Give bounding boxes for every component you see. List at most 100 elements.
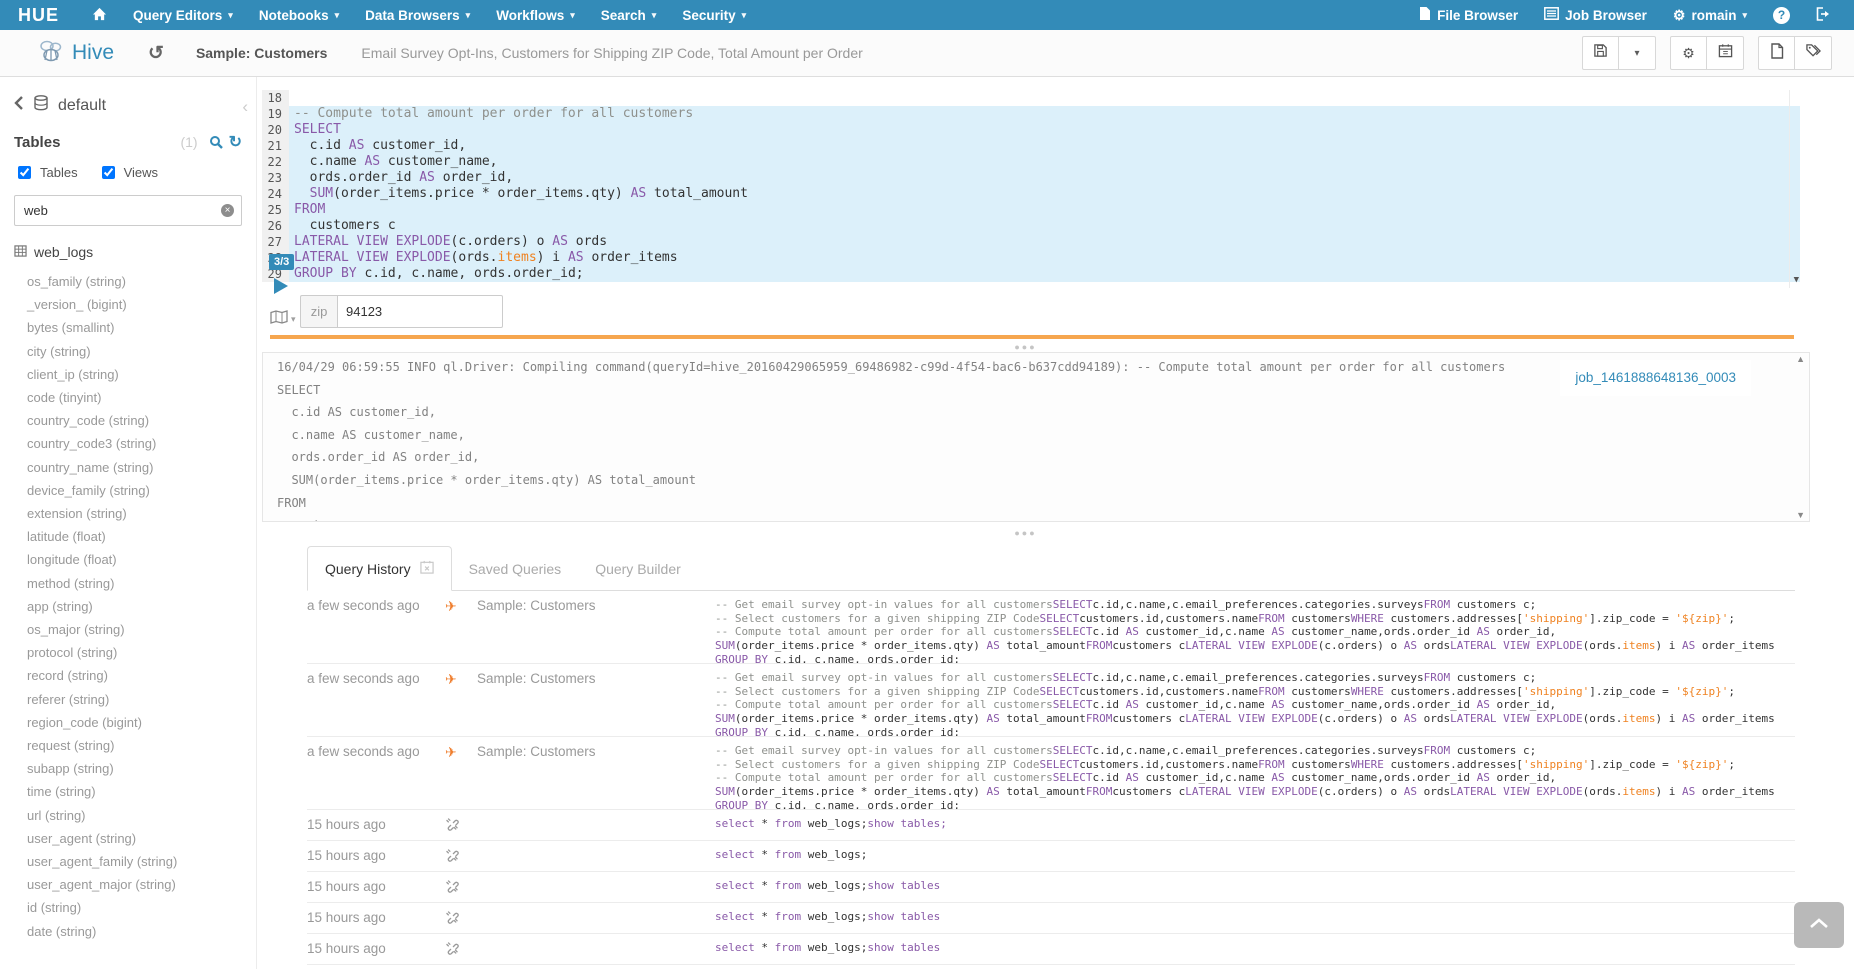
column-item[interactable]: bytes (smallint) [27, 316, 242, 339]
variable-value-input[interactable] [337, 295, 503, 328]
column-item[interactable]: time (string) [27, 780, 242, 803]
home-button[interactable] [79, 0, 120, 30]
column-item[interactable]: record (string) [27, 664, 242, 687]
refresh-icon[interactable]: ↻ [229, 132, 242, 152]
menu-data-browsers[interactable]: Data Browsers▾ [352, 0, 483, 30]
collapse-sidebar-icon[interactable]: ‹ [242, 97, 248, 117]
code-text: c.name AS customer_name, [289, 154, 1800, 170]
history-row[interactable]: 15 hours agoselect * from web_logs;show … [307, 810, 1795, 841]
column-item[interactable]: _version_ (bigint) [27, 293, 242, 316]
editor-line[interactable]: 19-- Compute total amount per order for … [262, 106, 1800, 122]
main-menus: Query Editors▾Notebooks▾Data Browsers▾Wo… [120, 0, 759, 30]
column-item[interactable]: city (string) [27, 340, 242, 363]
user-menu[interactable]: ⚙ romain ▾ [1660, 0, 1760, 30]
column-item[interactable]: url (string) [27, 804, 242, 827]
column-item[interactable]: latitude (float) [27, 525, 242, 548]
sql-line: select * from web_logs; [715, 848, 1795, 862]
column-item[interactable]: id (string) [27, 896, 242, 919]
table-item-web-logs[interactable]: web_logs [14, 244, 242, 260]
editor-line[interactable]: 22 c.name AS customer_name, [262, 154, 1800, 170]
column-item[interactable]: referer (string) [27, 688, 242, 711]
settings-button[interactable]: ⚙ [1670, 36, 1707, 70]
menu-workflows[interactable]: Workflows▾ [483, 0, 588, 30]
history-row[interactable]: a few seconds ago✈Sample: Customers-- Ge… [307, 737, 1795, 810]
menu-search[interactable]: Search▾ [588, 0, 670, 30]
scroll-down-icon[interactable]: ▼ [1794, 272, 1799, 288]
filter-tables[interactable]: Tables [14, 163, 78, 182]
column-item[interactable]: client_ip (string) [27, 363, 242, 386]
job-browser-button[interactable]: Job Browser [1531, 0, 1660, 30]
filter-views[interactable]: Views [98, 163, 158, 182]
history-icon[interactable]: ↺ [148, 42, 164, 65]
search-icon[interactable] [209, 135, 223, 149]
query-title[interactable]: Sample: Customers [196, 45, 327, 61]
editor-line[interactable]: 20SELECT [262, 122, 1800, 138]
column-item[interactable]: user_agent_family (string) [27, 850, 242, 873]
execute-button[interactable] [274, 278, 288, 294]
column-item[interactable]: country_code3 (string) [27, 432, 242, 455]
column-item[interactable]: user_agent_major (string) [27, 873, 242, 896]
tab-query-history[interactable]: Query History [307, 546, 452, 591]
drag-handle-dots[interactable]: ●●● [257, 342, 1794, 352]
editor-line[interactable]: 29GROUP BY c.id, c.name, ords.order_id; [262, 266, 1800, 282]
help-button[interactable]: ? [1760, 0, 1803, 30]
column-item[interactable]: device_family (string) [27, 479, 242, 502]
editor-line[interactable]: 18 [262, 90, 1800, 106]
history-row[interactable]: a few seconds ago✈Sample: Customers-- Ge… [307, 664, 1795, 737]
editor-scrollbar[interactable] [1789, 90, 1800, 288]
app-switcher[interactable]: Hive [38, 39, 114, 68]
new-query-button[interactable] [1758, 36, 1795, 70]
checkbox[interactable] [18, 166, 31, 179]
column-item[interactable]: region_code (bigint) [27, 711, 242, 734]
menu-security[interactable]: Security▾ [669, 0, 759, 30]
editor-line[interactable]: 26 customers c [262, 218, 1800, 234]
menu-query-editors[interactable]: Query Editors▾ [120, 0, 246, 30]
column-item[interactable]: app (string) [27, 595, 242, 618]
job-link[interactable]: job_1461888648136_0003 [1575, 370, 1736, 385]
editor-line[interactable]: 21 c.id AS customer_id, [262, 138, 1800, 154]
schedule-button[interactable] [1707, 36, 1744, 70]
checkbox[interactable] [102, 166, 115, 179]
file-browser-button[interactable]: File Browser [1406, 0, 1531, 30]
clear-icon[interactable]: × [221, 204, 234, 217]
column-item[interactable]: country_code (string) [27, 409, 242, 432]
scroll-to-top-button[interactable] [1794, 902, 1844, 948]
menu-notebooks[interactable]: Notebooks▾ [246, 0, 352, 30]
table-search-input[interactable] [14, 195, 242, 226]
tags-button[interactable] [1795, 36, 1832, 70]
history-row[interactable]: 15 hours agoselect * from web_logs; [307, 841, 1795, 872]
save-button[interactable] [1582, 36, 1619, 70]
editor-line[interactable]: 23 ords.order_id AS order_id, [262, 170, 1800, 186]
editor-line[interactable]: 25FROM [262, 202, 1800, 218]
column-item[interactable]: user_agent (string) [27, 827, 242, 850]
history-row[interactable]: 15 hours agoselect * from web_logs;show … [307, 934, 1795, 965]
hue-logo[interactable]: HUE [18, 5, 59, 26]
column-item[interactable]: os_major (string) [27, 618, 242, 641]
column-item[interactable]: longitude (float) [27, 548, 242, 571]
scroll-up-icon[interactable]: ▲ [1796, 354, 1805, 364]
database-selector[interactable]: default [14, 95, 242, 116]
column-item[interactable]: request (string) [27, 734, 242, 757]
column-item[interactable]: os_family (string) [27, 270, 242, 293]
column-item[interactable]: date (string) [27, 920, 242, 943]
sql-editor[interactable]: 1819-- Compute total amount per order fo… [262, 90, 1800, 288]
functions-panel-button[interactable]: ▾ [270, 310, 296, 329]
column-item[interactable]: subapp (string) [27, 757, 242, 780]
editor-line[interactable]: 24 SUM(order_items.price * order_items.q… [262, 186, 1800, 202]
column-item[interactable]: method (string) [27, 572, 242, 595]
editor-line[interactable]: 28LATERAL VIEW EXPLODE(ords.items) i AS … [262, 250, 1800, 266]
editor-line[interactable]: 27LATERAL VIEW EXPLODE(c.orders) o AS or… [262, 234, 1800, 250]
save-options-button[interactable]: ▾ [1619, 36, 1656, 70]
column-item[interactable]: country_name (string) [27, 456, 242, 479]
scroll-down-icon[interactable]: ▼ [1796, 510, 1805, 520]
tab-saved-queries[interactable]: Saved Queries [452, 548, 579, 590]
column-item[interactable]: code (tinyint) [27, 386, 242, 409]
history-row[interactable]: a few seconds ago✈Sample: Customers-- Ge… [307, 591, 1795, 664]
column-item[interactable]: extension (string) [27, 502, 242, 525]
logout-button[interactable] [1803, 0, 1844, 30]
history-row[interactable]: 15 hours agoselect * from web_logs;show … [307, 872, 1795, 903]
tab-query-builder[interactable]: Query Builder [578, 548, 698, 590]
drag-handle-dots[interactable]: ●●● [257, 528, 1794, 538]
column-item[interactable]: protocol (string) [27, 641, 242, 664]
history-row[interactable]: 15 hours agoselect * from web_logs;show … [307, 903, 1795, 934]
